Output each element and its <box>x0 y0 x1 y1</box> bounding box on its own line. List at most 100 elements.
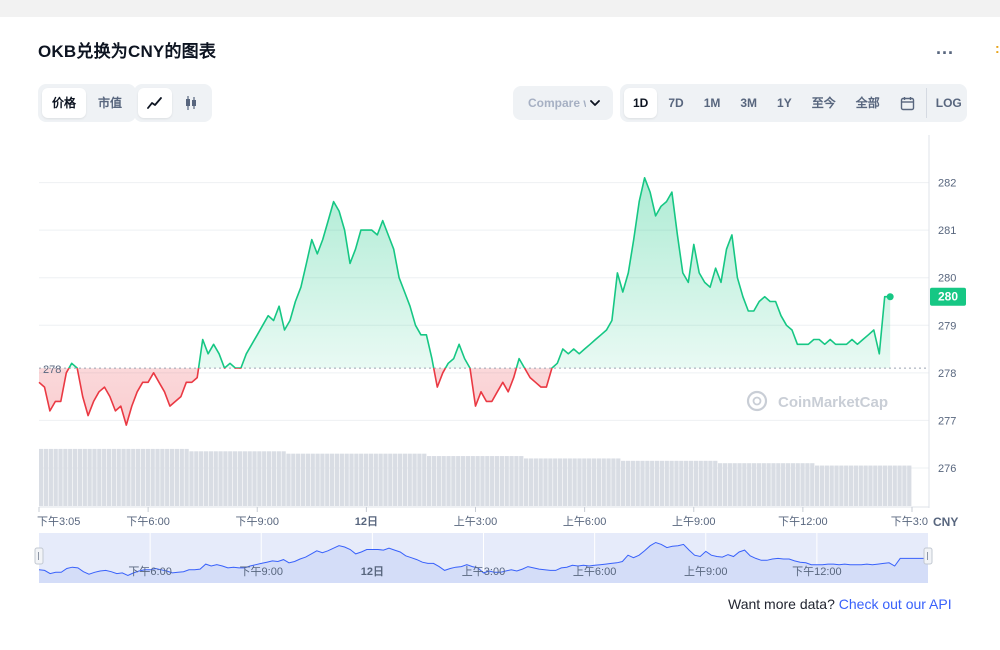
volume-bar <box>785 463 791 506</box>
volume-bar <box>766 463 771 506</box>
volume-bar <box>271 451 277 506</box>
volume-bar <box>378 453 383 506</box>
volume-bar <box>431 456 437 506</box>
volume-bar <box>669 460 674 506</box>
volume-bar <box>233 451 238 506</box>
volume-bar <box>402 453 407 506</box>
volume-bar <box>412 453 417 506</box>
volume-bar <box>756 463 762 506</box>
volume-bar <box>815 465 820 506</box>
volume-bar <box>87 448 92 506</box>
volume-bar <box>693 460 698 506</box>
volume-bar <box>39 448 44 506</box>
volume-bar <box>543 458 548 506</box>
volume-bar <box>737 463 742 506</box>
volume-bar <box>882 465 888 506</box>
price-chart[interactable]: CoinMarketCap 276 277 278 279 280 281 282 下午3:… <box>0 0 1000 650</box>
x-tick-label: 下午9:00 <box>236 515 279 528</box>
volume-bar <box>174 448 180 506</box>
volume-bar <box>902 465 907 506</box>
coinmarketcap-logo-icon <box>746 390 768 412</box>
volume-bar <box>485 456 490 506</box>
api-promo-text: Want more data? <box>728 596 839 612</box>
volume-bar <box>72 448 78 506</box>
volume-bar <box>795 463 800 506</box>
api-link[interactable]: Check out our API <box>839 596 952 612</box>
reference-value-label: 278 <box>43 364 61 376</box>
volume-bar <box>654 460 660 506</box>
x-tick-label: 下午12:00 <box>778 515 828 528</box>
volume-bar <box>354 453 359 506</box>
volume-bar <box>140 448 146 506</box>
volume-bar <box>635 460 640 506</box>
current-price-dot <box>886 293 894 301</box>
volume-bar <box>111 448 116 506</box>
volume-bar <box>373 453 378 506</box>
y-tick-label: 282 <box>938 178 956 190</box>
volume-bar <box>199 451 204 506</box>
volume-bar <box>48 448 53 506</box>
volume-bar <box>58 448 63 506</box>
volume-bar <box>315 453 320 506</box>
volume-bar <box>868 465 873 506</box>
volume-bar <box>106 448 112 506</box>
range-navigator[interactable]: 下午6:00 下午9:00 12日 上午3:00 上午6:00 上午9:00 下午12:00 <box>34 533 933 583</box>
volume-bar <box>853 465 859 506</box>
volume-bar <box>548 458 553 506</box>
volume-bar <box>155 448 160 506</box>
volume-bar <box>77 448 83 506</box>
volume-bar <box>136 448 141 506</box>
x-tick-label: 下午6:00 <box>126 515 169 528</box>
volume-bar <box>771 463 776 506</box>
volume-bar <box>131 448 136 506</box>
volume-bar <box>742 463 747 506</box>
volume-bar <box>456 456 461 506</box>
navigator-label: 12日 <box>361 565 384 578</box>
volume-bar <box>334 453 340 506</box>
volume-bar <box>713 460 718 506</box>
volume-bar <box>276 451 281 506</box>
volume-bar <box>320 453 325 506</box>
volume-bar <box>388 453 393 506</box>
volume-bar <box>873 465 878 506</box>
volume-bar <box>436 456 441 506</box>
volume-bar <box>330 453 335 506</box>
currency-unit-label: CNY <box>933 515 958 529</box>
volume-bar <box>286 453 291 506</box>
volume-bar <box>53 448 58 506</box>
volume-bar <box>674 460 679 506</box>
volume-bar <box>533 458 538 506</box>
volume-bar <box>349 453 354 506</box>
volume-bar <box>606 458 611 506</box>
volume-bar <box>203 451 209 506</box>
volume-bar <box>587 458 592 506</box>
volume-bar <box>810 463 815 506</box>
volume-bar <box>242 451 247 506</box>
volume-bar <box>514 456 519 506</box>
volume-bar <box>708 460 713 506</box>
volume-bar <box>718 463 723 506</box>
volume-bar <box>363 453 369 506</box>
volume-bar <box>824 465 829 506</box>
volume-bar <box>567 458 572 506</box>
volume-bar <box>596 458 601 506</box>
volume-bar <box>878 465 883 506</box>
volume-bar <box>305 453 310 506</box>
volume-bar <box>684 460 689 506</box>
volume-bar <box>92 448 97 506</box>
volume-bar <box>344 453 349 506</box>
volume-bar <box>427 456 432 506</box>
volume-bar <box>640 460 645 506</box>
volume-bar <box>703 460 708 506</box>
volume-bar <box>407 453 412 506</box>
volume-bar <box>446 456 451 506</box>
navigator-label: 上午3:00 <box>462 565 505 578</box>
y-tick-label: 276 <box>938 463 956 475</box>
volume-bar <box>126 448 131 506</box>
volume-bar <box>339 453 344 506</box>
volume-bar <box>829 465 834 506</box>
volume-bar <box>475 456 480 506</box>
volume-bar <box>441 456 446 506</box>
volume-bar <box>887 465 892 506</box>
volume-bar <box>218 451 223 506</box>
